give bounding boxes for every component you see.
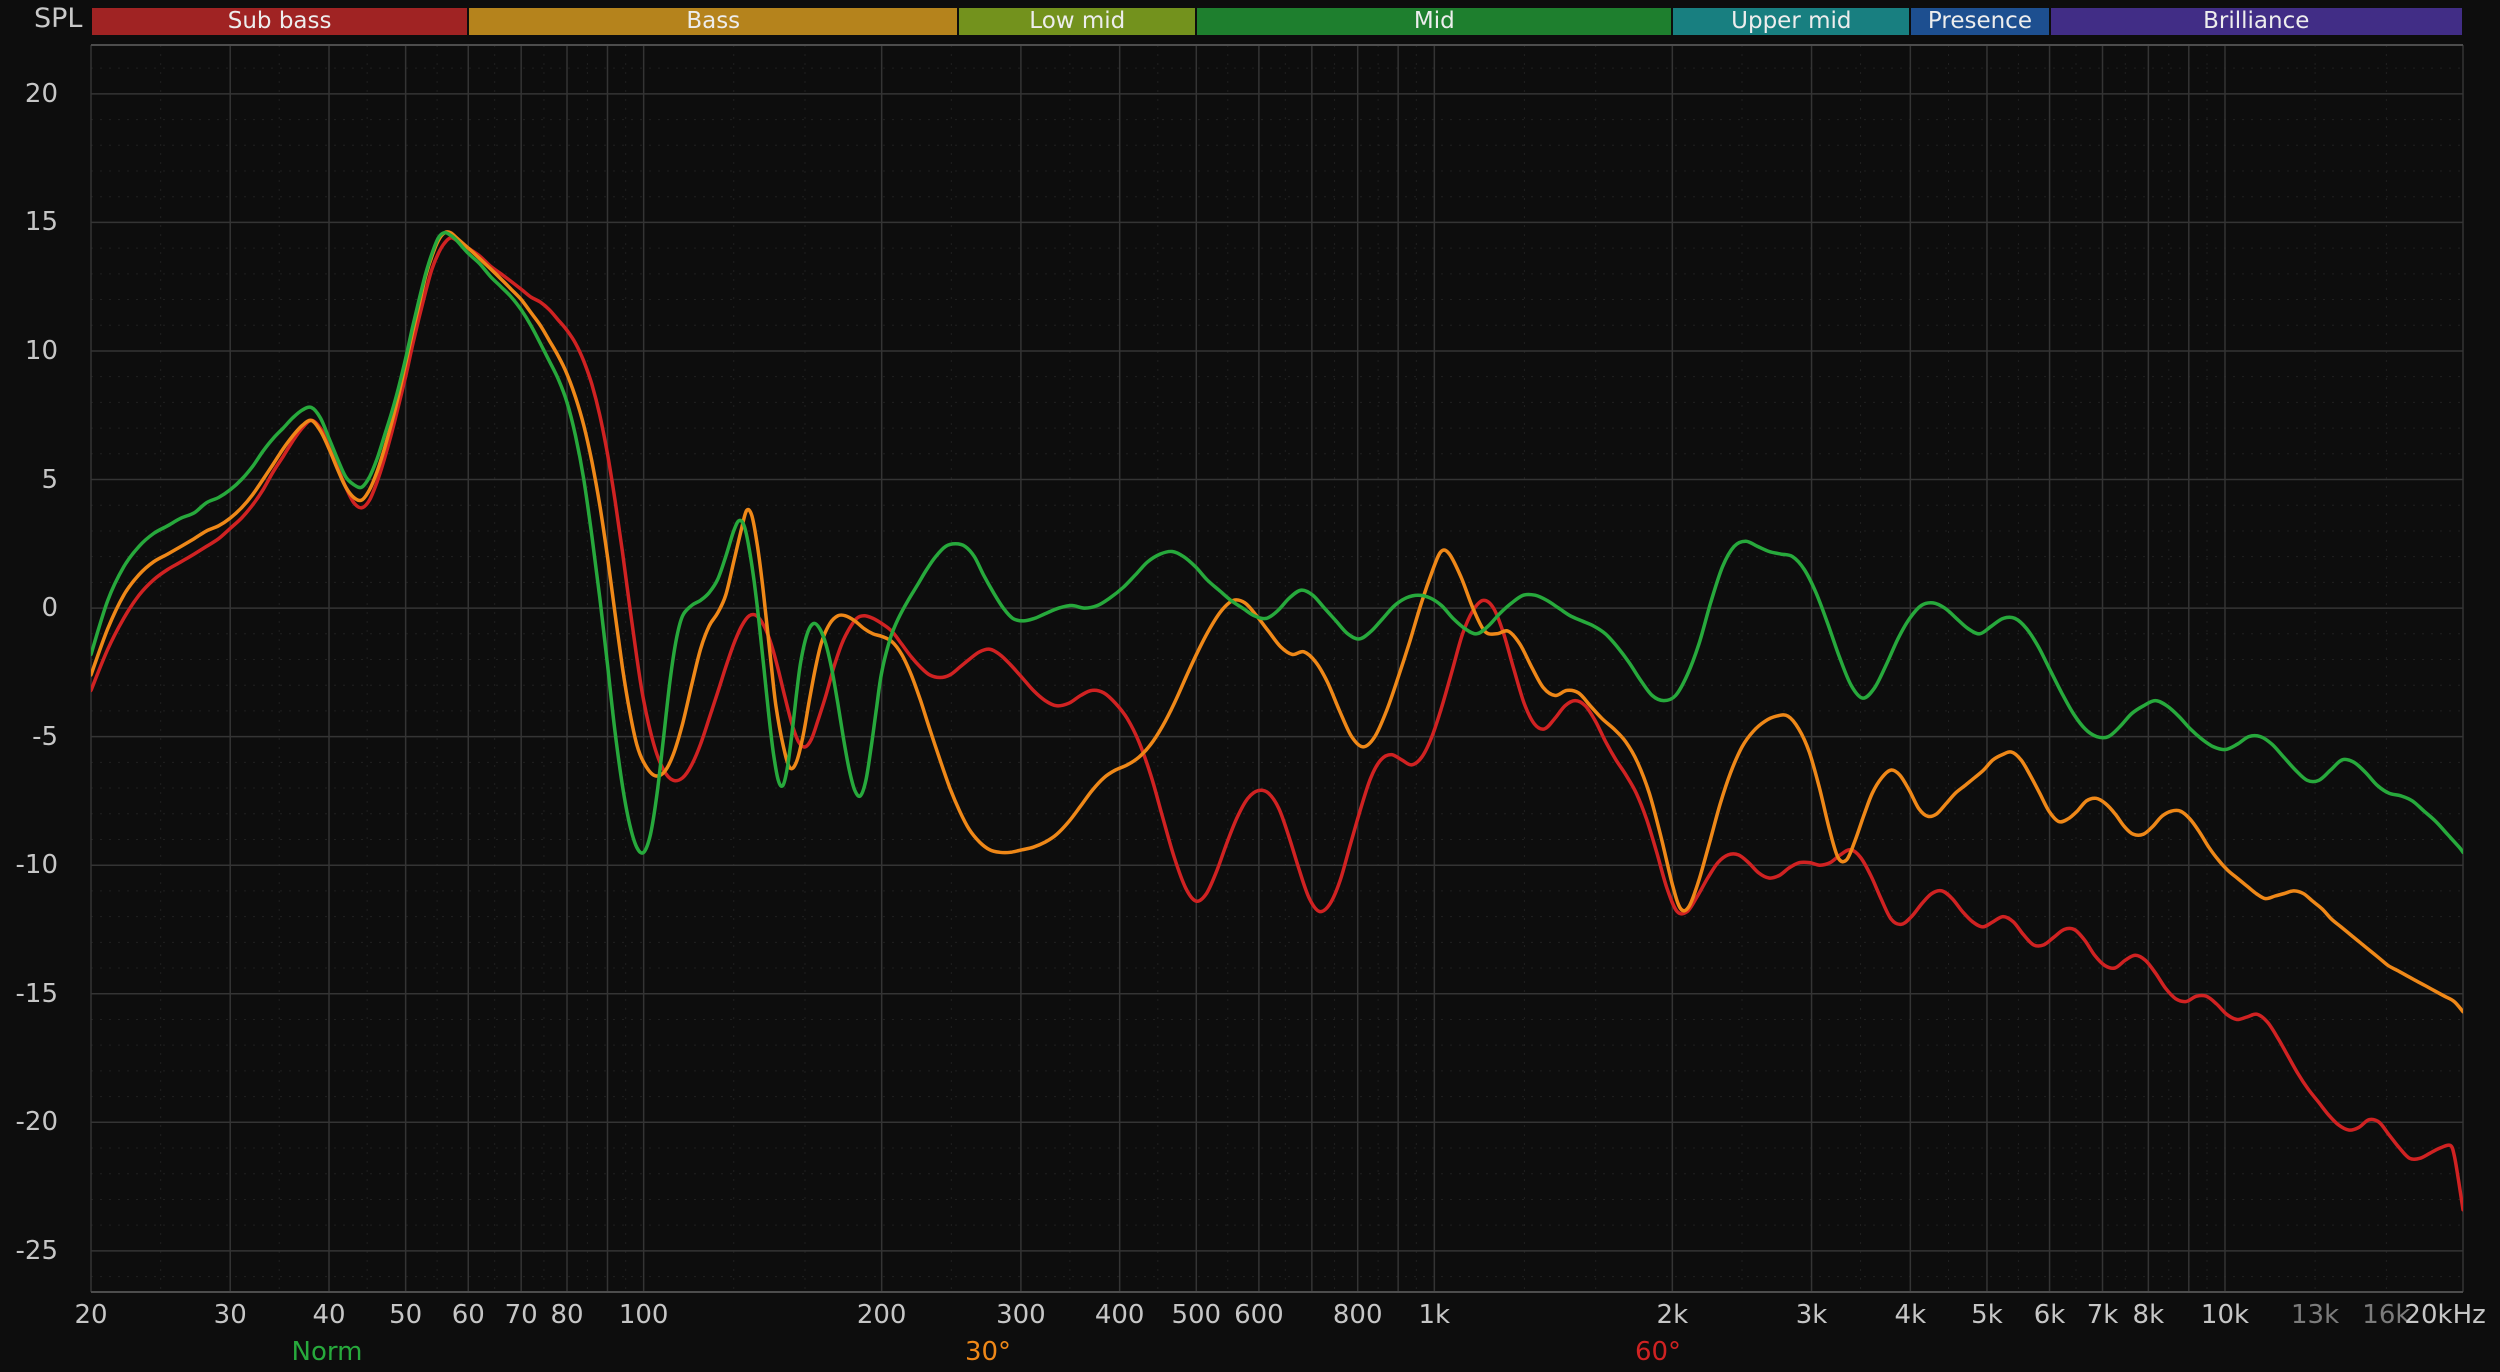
x-tick-label: 400 [1094,1300,1145,1330]
y-tick-label: -10 [15,850,58,881]
y-tick-label: -25 [15,1235,58,1266]
x-tick-label: 16k [2362,1300,2411,1330]
y-tick-label: -15 [15,978,58,1009]
y-tick-label: -5 [32,721,58,752]
x-tick-label: 80 [550,1300,584,1330]
x-tick-label: 7k [2086,1300,2119,1330]
legend-60deg: 60° [1634,1337,1682,1367]
x-tick-label: 20kHz [2404,1300,2486,1330]
x-tick-label: 1k [1418,1300,1451,1330]
x-tick-label: 100 [618,1300,669,1330]
x-tick-label: 500 [1171,1300,1222,1330]
x-tick-label: 200 [856,1300,907,1330]
x-tick-label: 3k [1795,1300,1828,1330]
x-tick-label: 13k [2290,1300,2340,1330]
curve-60 [91,235,2463,1212]
legend-norm: Norm [291,1337,363,1367]
x-tick-label: 40 [312,1300,346,1330]
y-tick-label: 20 [24,78,58,109]
response-curves [91,230,2463,1212]
x-tick-label: 30 [213,1300,247,1330]
y-tick-label: 0 [41,593,58,624]
y-tick-label: -20 [15,1107,58,1138]
x-tick-label: 6k [2033,1300,2066,1330]
x-tick-label: 2k [1656,1300,1689,1330]
x-tick-label: 70 [504,1300,538,1330]
frequency-response-chart: SPL Sub bass Bass Low mid Mid Upper mid Prese… [0,0,2500,1372]
x-tick-label: 5k [1971,1300,2003,1330]
x-tick-label: 10k [2200,1300,2250,1330]
curve-30 [91,230,2463,1014]
y-tick-label: 10 [24,335,58,366]
x-tick-label: 600 [1234,1300,1284,1330]
x-tick-label: 20 [74,1300,108,1330]
x-tick-label: 8k [2132,1300,2165,1330]
legend-30deg: 30° [964,1337,1012,1367]
plot-canvas[interactable] [0,0,2500,1372]
y-tick-label: 15 [24,207,58,238]
x-tick-label: 300 [996,1300,1046,1330]
y-tick-label: 5 [41,464,58,495]
x-tick-label: 60 [451,1300,485,1330]
x-tick-label: 4k [1894,1300,1927,1330]
x-tick-label: 50 [389,1300,423,1330]
x-tick-label: 800 [1332,1300,1383,1330]
